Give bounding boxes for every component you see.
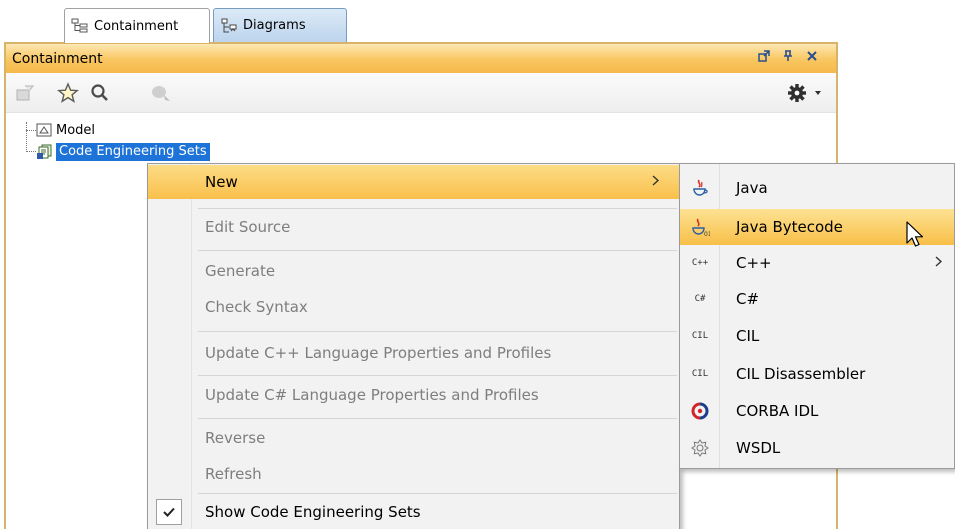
menu-item-label: Update C# Language Properties and Profil… bbox=[205, 386, 539, 404]
corba-idl-icon bbox=[689, 400, 711, 422]
cpp-icon: C++ bbox=[691, 258, 709, 268]
menu-separator bbox=[198, 331, 677, 332]
submenu-item-cil-disassembler[interactable]: CIL CIL Disassembler bbox=[680, 356, 954, 392]
diagrams-tree-icon bbox=[220, 18, 238, 34]
submenu-item-csharp[interactable]: C# C# bbox=[680, 281, 954, 317]
menu-item-label: Show Code Engineering Sets bbox=[205, 503, 421, 521]
mouse-pointer-icon bbox=[905, 221, 929, 253]
submenu-item-label: WSDL bbox=[736, 439, 781, 457]
submenu-item-label: Java Bytecode bbox=[736, 218, 843, 236]
menu-separator bbox=[198, 375, 677, 376]
menu-item-new[interactable]: New bbox=[148, 165, 679, 199]
menu-item-label: Edit Source bbox=[205, 218, 291, 236]
panel-controls bbox=[758, 50, 818, 65]
csharp-icon: C# bbox=[694, 294, 706, 304]
cil-icon: CIL bbox=[691, 331, 709, 341]
tab-diagrams[interactable]: Diagrams bbox=[213, 8, 347, 42]
submenu-item-cil[interactable]: CIL CIL bbox=[680, 318, 954, 354]
tree-item-model[interactable]: Model bbox=[36, 120, 95, 140]
menu-item-label: Update C++ Language Properties and Profi… bbox=[205, 344, 552, 362]
menu-item-update-csharp-properties[interactable]: Update C# Language Properties and Profil… bbox=[148, 378, 679, 412]
menu-item-edit-source[interactable]: Edit Source bbox=[148, 210, 679, 244]
tree-item-label: Model bbox=[56, 122, 96, 138]
menu-item-label: Refresh bbox=[205, 465, 262, 483]
menu-item-label: New bbox=[205, 173, 238, 191]
submenu-item-label: C# bbox=[736, 290, 760, 308]
containment-toolbar bbox=[6, 73, 836, 113]
view-tab-strip: Containment Diagrams bbox=[0, 0, 955, 43]
chevron-right-icon bbox=[935, 255, 943, 271]
chevron-right-icon bbox=[652, 174, 660, 190]
submenu-item-label: C++ bbox=[736, 254, 772, 272]
menu-item-label: Generate bbox=[205, 262, 276, 280]
submenu-item-java[interactable]: Java bbox=[680, 170, 954, 206]
tree-item-label: Code Engineering Sets bbox=[56, 143, 210, 161]
menu-item-generate[interactable]: Generate bbox=[148, 254, 679, 288]
menu-item-refresh[interactable]: Refresh bbox=[148, 457, 679, 491]
svg-text:01: 01 bbox=[704, 231, 710, 237]
context-menu: New Edit Source Generate Check Syntax Up… bbox=[147, 163, 680, 529]
pin-icon[interactable] bbox=[782, 50, 794, 65]
submenu-item-label: CIL Disassembler bbox=[736, 365, 866, 383]
model-package-icon bbox=[36, 122, 52, 138]
filter-icon[interactable] bbox=[150, 82, 172, 104]
tree-item-code-engineering-sets[interactable]: Code Engineering Sets bbox=[36, 142, 210, 162]
submenu-item-wsdl[interactable]: WSDL bbox=[680, 430, 954, 466]
tree-connector bbox=[26, 122, 36, 152]
favorite-star-icon[interactable] bbox=[57, 82, 79, 104]
menu-separator bbox=[198, 493, 677, 494]
open-specification-icon[interactable] bbox=[14, 82, 36, 104]
tab-containment[interactable]: Containment bbox=[64, 8, 210, 43]
submenu-item-corba-idl[interactable]: CORBA IDL bbox=[680, 393, 954, 429]
cil-disassembler-icon: CIL bbox=[691, 369, 709, 379]
menu-item-update-cpp-properties[interactable]: Update C++ Language Properties and Profi… bbox=[148, 336, 679, 370]
checkmark-icon bbox=[156, 499, 182, 525]
panel-title: Containment bbox=[12, 50, 103, 67]
menu-item-label: Check Syntax bbox=[205, 298, 308, 316]
menu-separator bbox=[198, 250, 677, 251]
wsdl-icon bbox=[689, 437, 711, 459]
submenu-item-label: CORBA IDL bbox=[736, 402, 819, 420]
menu-item-reverse[interactable]: Reverse bbox=[148, 421, 679, 455]
search-icon[interactable] bbox=[89, 82, 111, 104]
submenu-item-label: CIL bbox=[736, 327, 760, 345]
menu-item-check-syntax[interactable]: Check Syntax bbox=[148, 290, 679, 324]
settings-gear-icon[interactable] bbox=[786, 82, 808, 104]
panel-title-bar: Containment bbox=[6, 44, 836, 73]
java-icon bbox=[689, 177, 711, 199]
java-bytecode-icon: 01 bbox=[689, 216, 711, 238]
code-engineering-sets-icon bbox=[36, 144, 52, 160]
new-submenu: Java 01 Java Bytecode C++ C++ C# C# CIL … bbox=[679, 163, 955, 469]
menu-separator bbox=[198, 418, 677, 419]
tab-containment-label: Containment bbox=[94, 18, 179, 34]
tab-diagrams-label: Diagrams bbox=[243, 18, 306, 33]
chevron-down-icon[interactable] bbox=[812, 82, 824, 104]
menu-item-label: Reverse bbox=[205, 429, 266, 447]
containment-tree-icon bbox=[71, 18, 89, 34]
menu-separator bbox=[198, 208, 677, 209]
menu-item-show-code-engineering-sets[interactable]: Show Code Engineering Sets bbox=[148, 495, 679, 529]
close-icon[interactable] bbox=[806, 50, 818, 65]
undock-icon[interactable] bbox=[758, 50, 770, 65]
submenu-item-label: Java bbox=[736, 179, 768, 197]
